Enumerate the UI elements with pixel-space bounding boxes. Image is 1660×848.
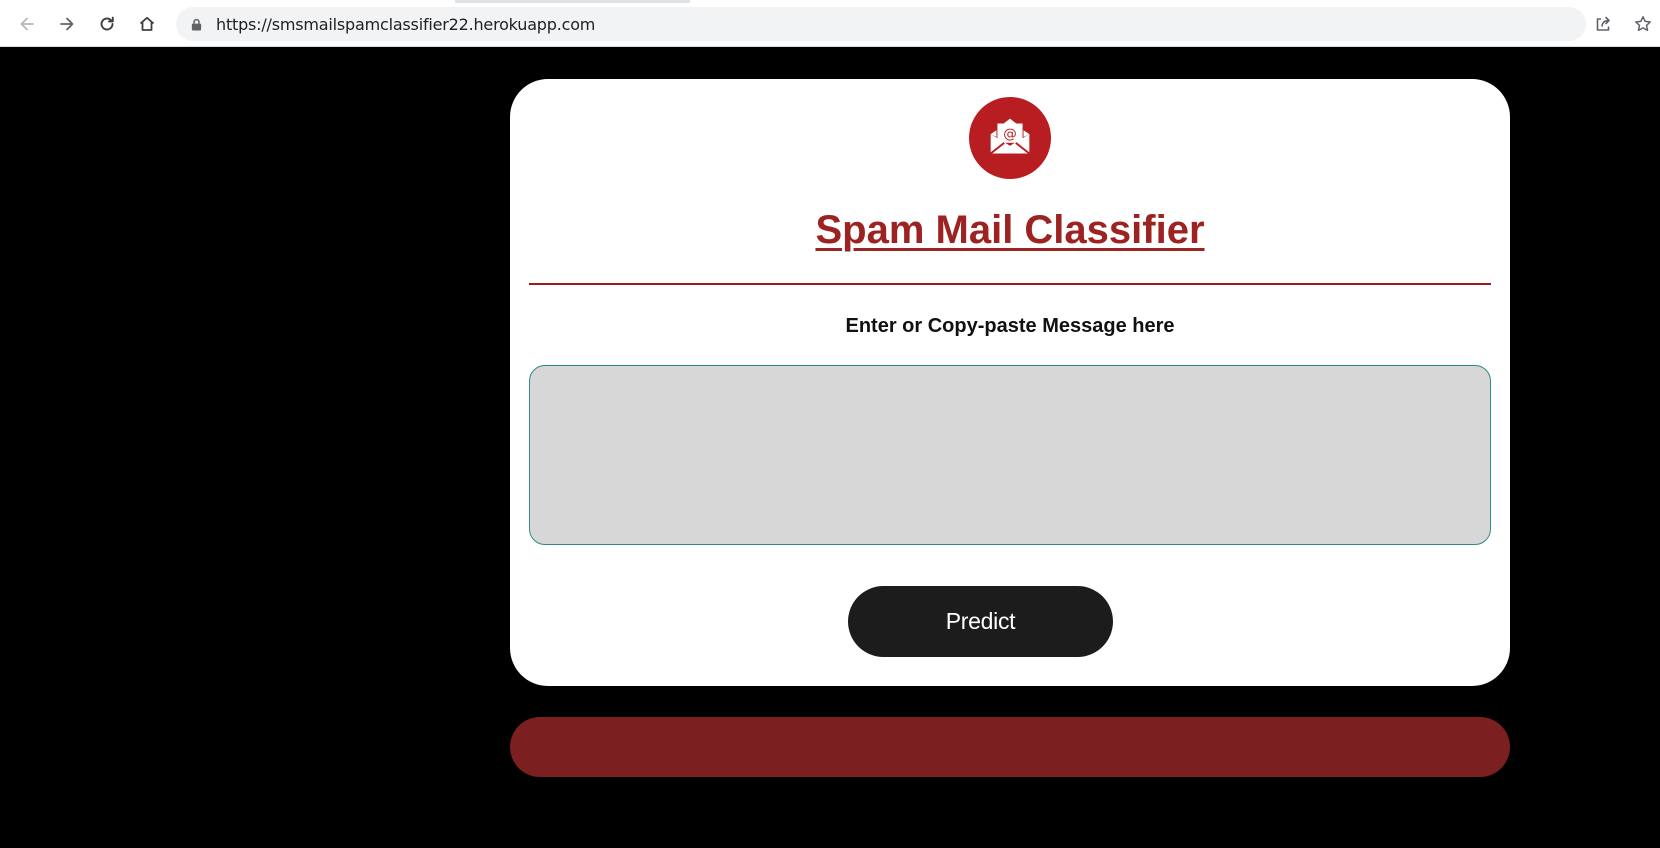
forward-button[interactable] (51, 8, 83, 40)
envelope-at-icon: @ (981, 109, 1039, 167)
address-bar[interactable]: https://smsmailspamclassifier22.herokuap… (176, 7, 1586, 41)
home-icon (137, 14, 157, 34)
title-divider (529, 283, 1491, 285)
tab-strip (0, 0, 1660, 3)
back-button[interactable] (11, 8, 43, 40)
home-button[interactable] (131, 8, 163, 40)
page-title: Spam Mail Classifier (815, 208, 1205, 252)
predict-button[interactable]: Predict (848, 586, 1113, 657)
tab-strip-background (690, 0, 1660, 3)
reload-icon (97, 14, 117, 34)
bookmark-button[interactable] (1631, 12, 1655, 36)
lock-icon[interactable] (190, 17, 204, 31)
share-icon (1593, 14, 1613, 34)
message-input[interactable] (529, 365, 1491, 545)
classifier-card: @ Spam Mail Classifier Enter or Copy-pas… (510, 79, 1510, 686)
arrow-right-icon (57, 14, 77, 34)
message-label: Enter or Copy-paste Message here (845, 315, 1175, 337)
star-icon (1633, 14, 1653, 34)
active-tab-edge[interactable] (0, 0, 455, 3)
share-button[interactable] (1591, 12, 1615, 36)
arrow-left-icon (17, 14, 37, 34)
logo: @ (969, 97, 1051, 179)
browser-toolbar: https://smsmailspamclassifier22.herokuap… (0, 0, 1660, 47)
result-banner (510, 717, 1510, 777)
svg-text:@: @ (1003, 126, 1017, 142)
reload-button[interactable] (91, 8, 123, 40)
url-text[interactable]: https://smsmailspamclassifier22.herokuap… (216, 15, 595, 34)
